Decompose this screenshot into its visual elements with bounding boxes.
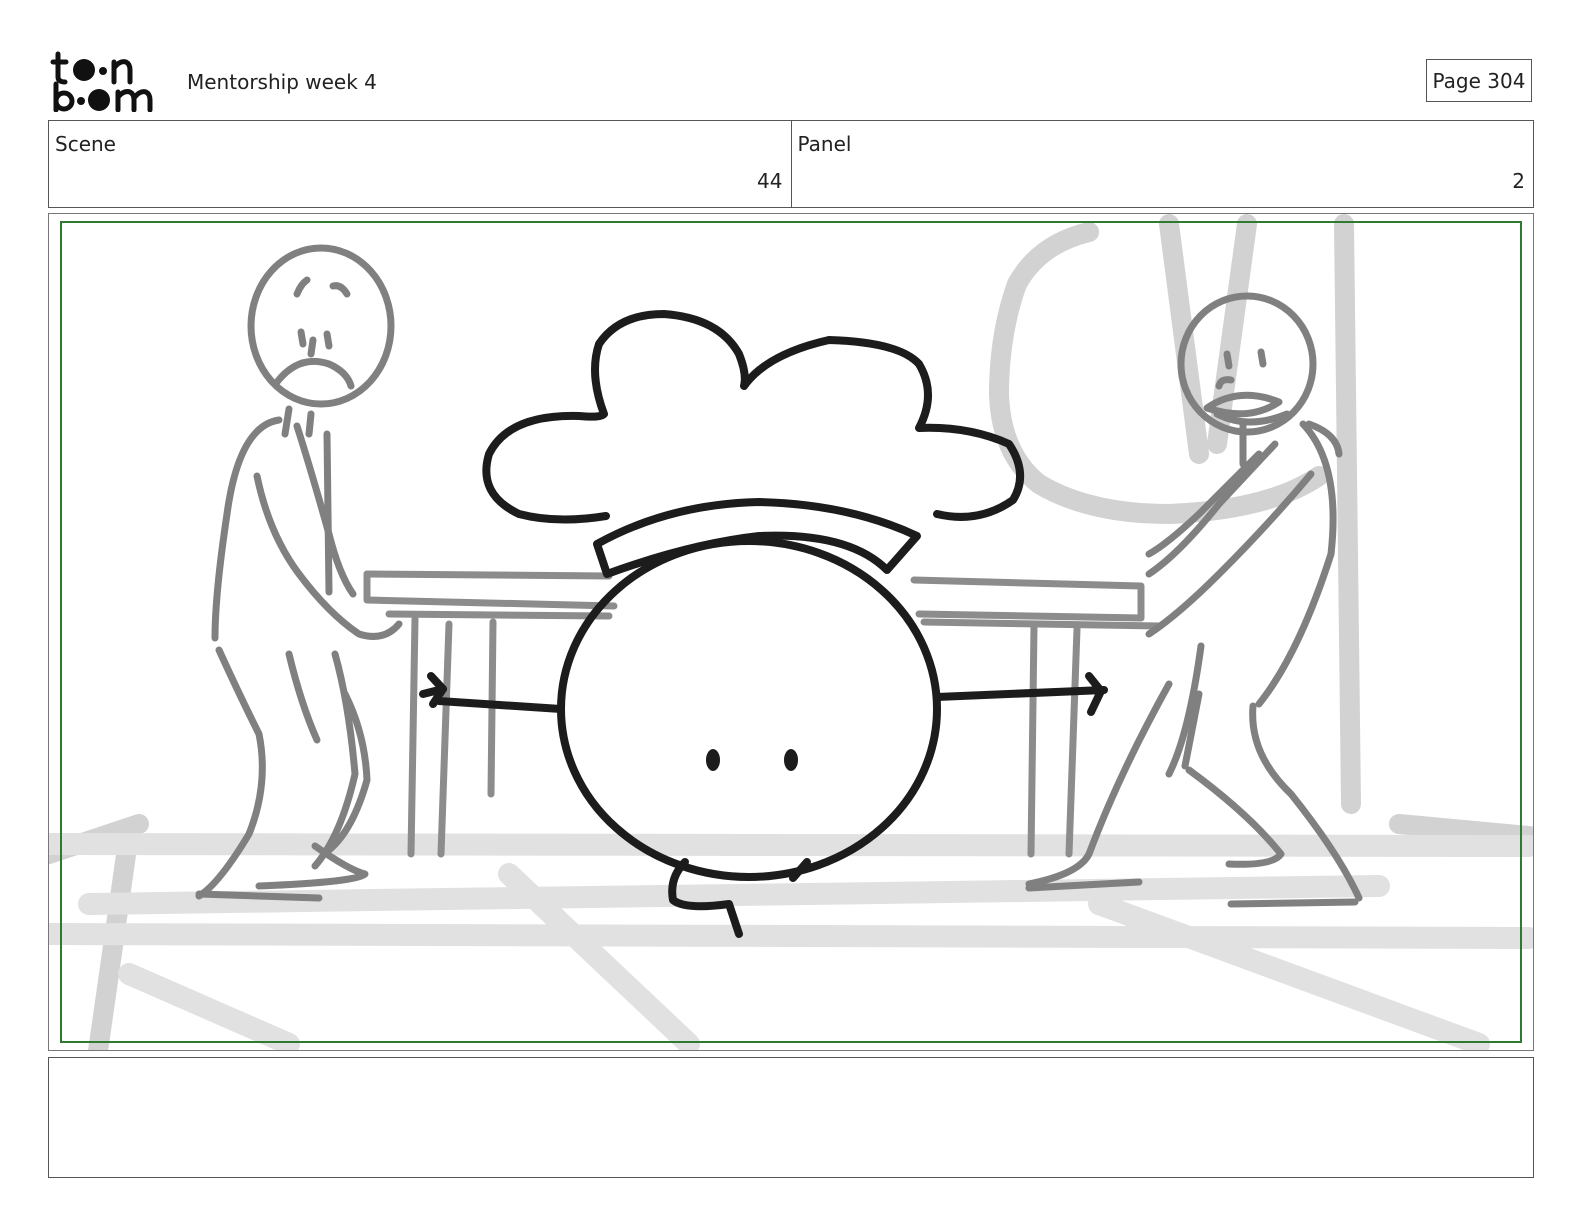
scene-panel-info: Scene 44 Panel 2 xyxy=(48,120,1534,208)
storyboard-panel xyxy=(48,213,1534,1051)
scene-label: Scene xyxy=(55,132,116,156)
chef-eyes xyxy=(706,749,798,771)
panel-cell: Panel 2 xyxy=(790,121,1534,207)
page-number: Page 304 xyxy=(1426,59,1532,102)
toon-boom-logo xyxy=(50,51,153,112)
scene-number: 44 xyxy=(757,169,783,193)
document-title: Mentorship week 4 xyxy=(187,70,377,94)
panel-label: Panel xyxy=(797,132,852,156)
panel-illustration xyxy=(49,214,1533,1050)
panel-number: 2 xyxy=(1512,169,1525,193)
panel-notes-box xyxy=(48,1057,1534,1178)
scene-cell: Scene 44 xyxy=(49,121,791,207)
table-sketch xyxy=(363,570,1163,858)
